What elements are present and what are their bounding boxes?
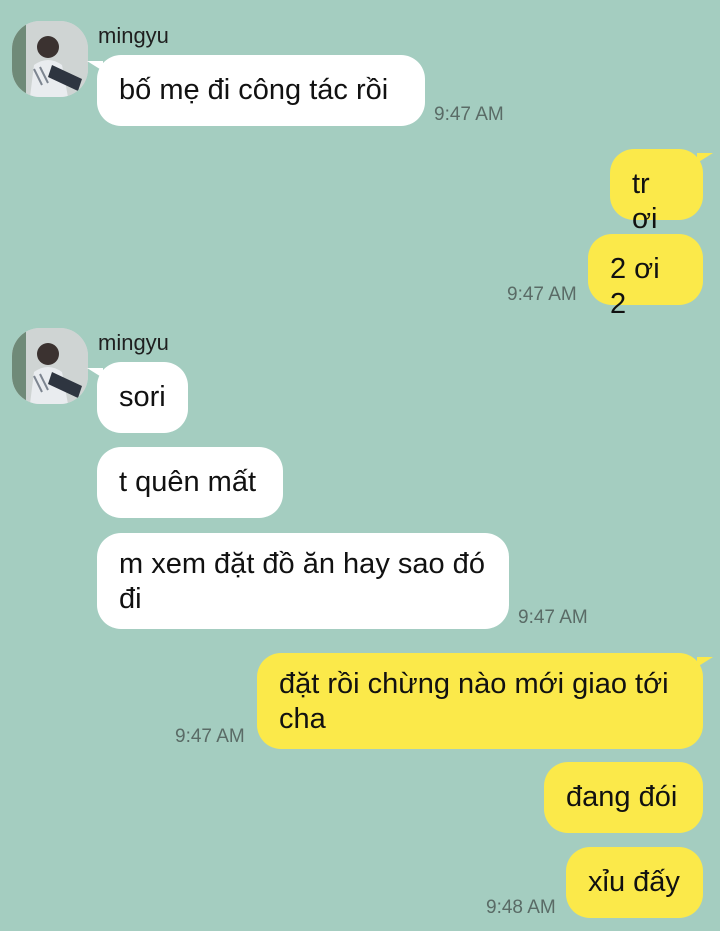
- contact-avatar[interactable]: [12, 328, 88, 404]
- message-bubble[interactable]: 2 ơi 2: [588, 234, 703, 320]
- message-text: đang đói: [566, 781, 678, 813]
- contact-avatar[interactable]: [12, 21, 88, 97]
- message-bubble[interactable]: đang đói: [544, 762, 703, 833]
- sender-name: mingyu: [98, 23, 169, 48]
- message-timestamp: 9:47 AM: [434, 104, 504, 125]
- message-timestamp: 9:47 AM: [175, 726, 245, 747]
- message-bubble[interactable]: t quên mất: [97, 447, 283, 518]
- message-bubble[interactable]: sori: [87, 362, 188, 433]
- message-timestamp: 9:47 AM: [507, 284, 577, 305]
- message-text: bố mẹ đi công tác rồi: [119, 74, 389, 106]
- message-text: m xem đặt đồ ăn hay sao đó đi: [119, 548, 485, 615]
- message-bubble[interactable]: tr ơi: [610, 149, 713, 235]
- message-text: xỉu đấy: [588, 866, 680, 898]
- sender-name: mingyu: [98, 330, 169, 355]
- message-bubble[interactable]: đặt rồi chừng nào mới giao tới cha: [257, 653, 713, 749]
- message-timestamp: 9:48 AM: [486, 897, 556, 918]
- message-text: đặt rồi chừng nào mới giao tới cha: [279, 668, 669, 735]
- message-timestamp: 9:47 AM: [518, 607, 588, 628]
- message-text: t quên mất: [119, 466, 257, 498]
- message-bubble[interactable]: m xem đặt đồ ăn hay sao đó đi: [97, 533, 509, 629]
- message-text: 2 ơi 2: [610, 253, 660, 320]
- chat-thread: mingyu bố mẹ đi công tác rồi 9:47 AM tr …: [0, 0, 720, 931]
- message-text: sori: [119, 381, 166, 413]
- message-bubble[interactable]: xỉu đấy: [566, 847, 703, 918]
- message-text: tr ơi: [632, 168, 658, 235]
- message-bubble[interactable]: bố mẹ đi công tác rồi: [87, 55, 425, 126]
